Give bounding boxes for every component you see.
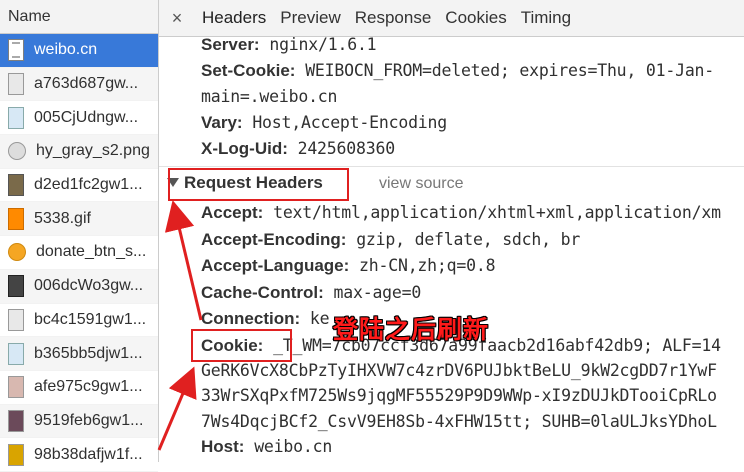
header-name: Set-Cookie: (201, 61, 296, 80)
document-icon (8, 39, 24, 62)
file-row[interactable]: 5338.gif (0, 202, 158, 237)
file-row[interactable]: afe975c9gw1... (0, 371, 158, 405)
image-thumbnail-icon (8, 73, 24, 96)
file-name: bc4c1591gw1... (34, 310, 147, 328)
tab-headers[interactable]: Headers (195, 8, 273, 28)
image-thumbnail-icon (8, 409, 24, 432)
file-name: donate_btn_s... (36, 243, 147, 261)
header-value: 33WrSXqPxfM725Ws9jqgMF55529P9D9WWp-xI9zD… (201, 386, 717, 405)
header-value: GeRK6VcX8CbPzTyIHXVW7c4zrDV6PUJbktBeLU_9… (201, 361, 717, 380)
header-line: 33WrSXqPxfM725Ws9jqgMF55529P9D9WWp-xI9zD… (201, 386, 717, 405)
header-name: Accept-Encoding: (201, 230, 347, 249)
image-thumbnail-icon (8, 142, 26, 161)
header-line: Cache-Control: max-age=0 (201, 283, 421, 303)
header-name: Host: (201, 437, 245, 456)
file-list-panel: Name weibo.cn a763d687gw... 005CjUdngw... h… (0, 0, 159, 472)
tab-timing[interactable]: Timing (514, 8, 578, 28)
header-line: Host: weibo.cn (201, 437, 332, 457)
file-row[interactable]: hy_gray_s2.png (0, 135, 158, 169)
file-name: 5338.gif (34, 209, 91, 227)
file-name: 005CjUdngw... (34, 108, 139, 126)
header-line: Accept-Language: zh-CN,zh;q=0.8 (201, 256, 496, 276)
image-thumbnail-icon (8, 243, 26, 262)
headers-content: Server: nginx/1.6.1 Set-Cookie: WEIBOCN_F… (159, 35, 744, 462)
request-headers-highlight-box (168, 168, 349, 201)
file-name: b365bb5djw1... (34, 344, 143, 362)
file-row[interactable]: 005CjUdngw... (0, 101, 158, 136)
header-value: zh-CN,zh;q=0.8 (359, 256, 496, 275)
file-name: afe975c9gw1... (34, 378, 143, 396)
header-value: weibo.cn (254, 437, 333, 456)
name-header-label: Name (8, 7, 51, 25)
file-name: 006dcWo3gw... (34, 277, 144, 295)
header-value: main=.weibo.cn (201, 87, 338, 106)
header-line: Set-Cookie: WEIBOCN_FROM=deleted; expire… (201, 61, 714, 81)
file-name: hy_gray_s2.png (36, 142, 150, 160)
file-row[interactable]: bc4c1591gw1... (0, 304, 158, 338)
header-name: Cache-Control: (201, 283, 324, 302)
header-name: X-Log-Uid: (201, 139, 288, 158)
header-value: gzip, deflate, sdch, br (356, 230, 581, 249)
image-thumbnail-icon (8, 174, 24, 197)
file-name: weibo.cn (34, 41, 98, 59)
file-row[interactable]: 006dcWo3gw... (0, 269, 158, 304)
file-row[interactable]: donate_btn_s... (0, 236, 158, 270)
image-thumbnail-icon (8, 308, 24, 331)
gif-thumbnail-icon (8, 207, 24, 230)
header-line: Vary: Host,Accept-Encoding (201, 113, 447, 133)
header-line: X-Log-Uid: 2425608360 (201, 139, 395, 159)
file-row[interactable]: a763d687gw... (0, 67, 158, 102)
header-name: Connection: (201, 309, 301, 328)
tab-preview[interactable]: Preview (273, 8, 347, 28)
header-value: nginx/1.6.1 (269, 35, 377, 54)
close-icon[interactable]: × (159, 8, 195, 29)
header-value: max-age=0 (333, 283, 422, 302)
image-thumbnail-icon (8, 376, 24, 399)
header-line: Accept: text/html,application/xhtml+xml,… (201, 203, 721, 223)
file-row[interactable]: 98b38dafjw1f... (0, 438, 158, 472)
header-value: ke (309, 309, 330, 328)
view-source-link[interactable]: view source (379, 175, 463, 193)
image-thumbnail-icon (8, 106, 24, 129)
file-name: 9519feb6gw1... (34, 411, 144, 429)
image-thumbnail-icon (8, 443, 24, 466)
header-line: Accept-Encoding: gzip, deflate, sdch, br (201, 230, 580, 250)
header-line: Server: nginx/1.6.1 (201, 35, 377, 55)
details-panel: × Headers Preview Response Cookies Timin… (159, 0, 744, 462)
file-name: 98b38dafjw1f... (34, 445, 143, 463)
header-name: Vary: (201, 113, 243, 132)
header-name: Accept-Language: (201, 256, 350, 275)
name-column-header[interactable]: Name (0, 0, 158, 34)
file-list: weibo.cn a763d687gw... 005CjUdngw... hy_gra… (0, 34, 158, 472)
file-row[interactable]: b365bb5djw1... (0, 337, 158, 371)
cookie-highlight-box (191, 329, 292, 362)
file-row[interactable]: 9519feb6gw1... (0, 404, 158, 439)
header-line: 7Ws4DqcjBCf2_CsvV9EH8Sb-4xFHW15tt; SUHB=… (201, 412, 717, 431)
details-tabbar: × Headers Preview Response Cookies Timin… (159, 0, 744, 37)
file-name: a763d687gw... (34, 75, 139, 93)
header-line: main=.weibo.cn (201, 87, 337, 106)
header-value: WEIBOCN_FROM=deleted; expires=Thu, 01-Ja… (305, 61, 715, 80)
file-row[interactable]: weibo.cn (0, 34, 158, 68)
tab-cookies[interactable]: Cookies (438, 8, 513, 28)
header-value: 7Ws4DqcjBCf2_CsvV9EH8Sb-4xFHW15tt; SUHB=… (201, 412, 717, 431)
header-value: Host,Accept-Encoding (252, 113, 448, 132)
section-divider (159, 166, 744, 167)
header-name: Accept: (201, 203, 264, 222)
file-row[interactable]: d2ed1fc2gw1... (0, 169, 158, 203)
header-line: Connection: ke (201, 309, 330, 329)
header-name: Server: (201, 35, 260, 54)
header-line: GeRK6VcX8CbPzTyIHXVW7c4zrDV6PUJbktBeLU_9… (201, 361, 717, 380)
annotation-text: 登陆之后刷新 (333, 315, 490, 344)
header-value: 2425608360 (297, 139, 396, 158)
header-value: text/html,application/xhtml+xml,applicat… (273, 203, 721, 222)
image-thumbnail-icon (8, 342, 24, 365)
file-name: d2ed1fc2gw1... (34, 176, 143, 194)
tab-response[interactable]: Response (348, 8, 439, 28)
image-thumbnail-icon (8, 275, 24, 298)
